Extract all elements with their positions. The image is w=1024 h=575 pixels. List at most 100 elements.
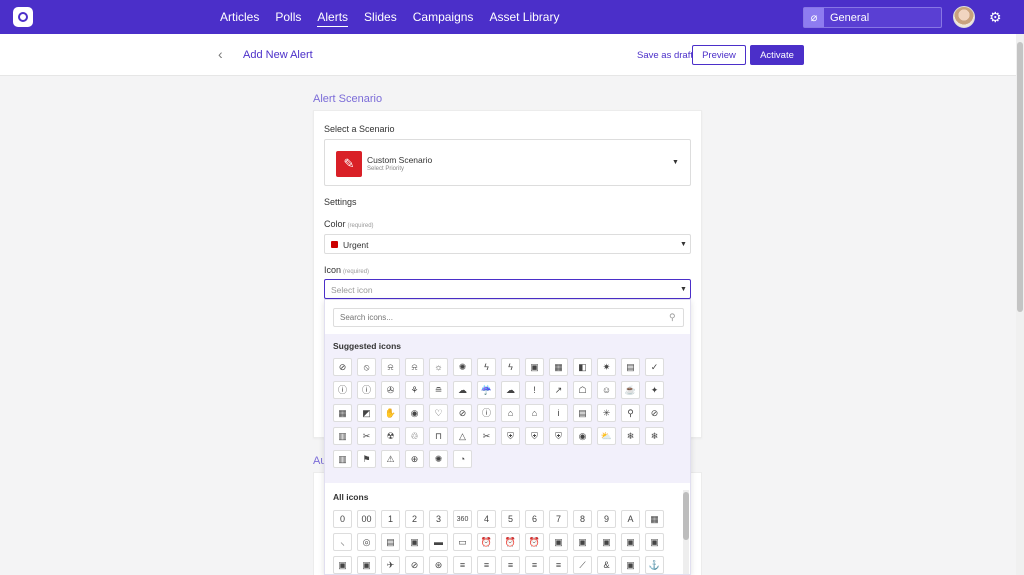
- all-icon-option[interactable]: &: [597, 556, 616, 574]
- app-logo[interactable]: [13, 7, 33, 27]
- all-icon-option[interactable]: 7: [549, 510, 568, 528]
- suggested-icon-option[interactable]: ◉: [405, 404, 424, 422]
- suggested-icon-option[interactable]: ⓘ: [333, 381, 352, 399]
- all-icon-option[interactable]: ◎: [357, 533, 376, 551]
- all-icon-option[interactable]: A: [621, 510, 640, 528]
- suggested-icon-option[interactable]: ⌂: [501, 404, 520, 422]
- suggested-icon-option[interactable]: ▦: [333, 404, 352, 422]
- all-icon-option[interactable]: 5: [501, 510, 520, 528]
- suggested-icon-option[interactable]: ◩: [357, 404, 376, 422]
- suggested-icon-option[interactable]: ♲: [405, 427, 424, 445]
- suggested-icon-option[interactable]: ϟ: [501, 358, 520, 376]
- suggested-icon-option[interactable]: ✂: [477, 427, 496, 445]
- all-icon-option[interactable]: ≡: [549, 556, 568, 574]
- activate-button[interactable]: Activate: [750, 45, 804, 65]
- gear-icon[interactable]: ⚙: [989, 9, 1002, 25]
- nav-alerts[interactable]: Alerts: [317, 8, 349, 27]
- suggested-icon-option[interactable]: ⚘: [405, 381, 424, 399]
- all-icon-option[interactable]: ▤: [381, 533, 400, 551]
- suggested-icon-option[interactable]: ♡: [429, 404, 448, 422]
- suggested-icon-option[interactable]: ✺: [453, 358, 472, 376]
- suggested-icon-option[interactable]: ⓘ: [357, 381, 376, 399]
- suggested-icon-option[interactable]: ▦: [549, 358, 568, 376]
- suggested-icon-option[interactable]: ◧: [573, 358, 592, 376]
- suggested-icon-option[interactable]: ✋: [381, 404, 400, 422]
- nav-slides[interactable]: Slides: [364, 8, 397, 26]
- suggested-icon-option[interactable]: ⚑: [357, 450, 376, 468]
- color-select[interactable]: Urgent ▼: [324, 234, 691, 254]
- suggested-icon-option[interactable]: ☁: [501, 381, 520, 399]
- all-icon-option[interactable]: ⸜: [333, 533, 352, 551]
- all-icon-option[interactable]: 1: [381, 510, 400, 528]
- scenario-select[interactable]: ✎ Custom Scenario Select Priority ▼: [324, 139, 691, 186]
- suggested-icon-option[interactable]: ⊕: [405, 450, 424, 468]
- all-icon-option[interactable]: 2: [405, 510, 424, 528]
- icon-search-input[interactable]: [333, 308, 684, 327]
- all-icon-option[interactable]: ≡: [477, 556, 496, 574]
- all-icon-option[interactable]: ≡: [525, 556, 544, 574]
- all-icon-option[interactable]: ▣: [405, 533, 424, 551]
- suggested-icon-option[interactable]: ⊘: [333, 358, 352, 376]
- suggested-icon-option[interactable]: ↗: [549, 381, 568, 399]
- suggested-icon-option[interactable]: ▥: [333, 427, 352, 445]
- suggested-icon-option[interactable]: ✂: [357, 427, 376, 445]
- suggested-icon-option[interactable]: ⛅: [597, 427, 616, 445]
- nav-polls[interactable]: Polls: [275, 8, 301, 26]
- suggested-icon-option[interactable]: ⓘ: [477, 404, 496, 422]
- suggested-icon-option[interactable]: ▤: [573, 404, 592, 422]
- suggested-icon-option[interactable]: ⊘: [453, 404, 472, 422]
- suggested-icon-option[interactable]: ▤: [621, 358, 640, 376]
- suggested-icon-option[interactable]: ☢: [381, 427, 400, 445]
- suggested-icon-option[interactable]: ⚠: [381, 450, 400, 468]
- all-icon-option[interactable]: ⏰: [477, 533, 496, 551]
- suggested-icon-option[interactable]: ⛨: [525, 427, 544, 445]
- nav-asset-library[interactable]: Asset Library: [489, 8, 559, 26]
- suggested-icon-option[interactable]: ✷: [597, 358, 616, 376]
- suggested-icon-option[interactable]: ▣: [525, 358, 544, 376]
- all-icon-option[interactable]: ▬: [429, 533, 448, 551]
- page-scrollbar[interactable]: [1016, 34, 1024, 575]
- all-icon-option[interactable]: 8: [573, 510, 592, 528]
- save-as-draft-link[interactable]: Save as draft: [637, 50, 693, 61]
- suggested-icon-option[interactable]: ⚲: [621, 404, 640, 422]
- nav-articles[interactable]: Articles: [220, 8, 259, 26]
- all-icon-option[interactable]: 9: [597, 510, 616, 528]
- chevron-left-icon[interactable]: ‹: [218, 46, 223, 62]
- all-icon-option[interactable]: ▣: [621, 533, 640, 551]
- suggested-icon-option[interactable]: ✇: [381, 381, 400, 399]
- all-icon-option[interactable]: ▣: [645, 533, 664, 551]
- suggested-icon-option[interactable]: ⊘: [645, 404, 664, 422]
- suggested-icon-option[interactable]: ⛨: [549, 427, 568, 445]
- icon-list-scrollbar[interactable]: [683, 490, 689, 574]
- all-icon-option[interactable]: ⚓: [645, 556, 664, 574]
- scrollbar-thumb[interactable]: [1017, 42, 1023, 312]
- all-icon-option[interactable]: ▦: [645, 510, 664, 528]
- all-icon-option[interactable]: ⏰: [525, 533, 544, 551]
- all-icon-option[interactable]: ⊛: [429, 556, 448, 574]
- all-icon-option[interactable]: 3: [429, 510, 448, 528]
- suggested-icon-option[interactable]: ▥: [333, 450, 352, 468]
- user-avatar[interactable]: [953, 6, 975, 28]
- suggested-icon-option[interactable]: i: [549, 404, 568, 422]
- suggested-icon-option[interactable]: ⊓: [429, 427, 448, 445]
- all-icon-option[interactable]: 360: [453, 510, 472, 528]
- nav-campaigns[interactable]: Campaigns: [413, 8, 474, 26]
- suggested-icon-option[interactable]: ☁: [453, 381, 472, 399]
- suggested-icon-option[interactable]: ⌂: [525, 404, 544, 422]
- suggested-icon-option[interactable]: ☔: [477, 381, 496, 399]
- suggested-icon-option[interactable]: ⍾: [381, 358, 400, 376]
- suggested-icon-option[interactable]: ⛨: [501, 427, 520, 445]
- suggested-icon-option[interactable]: ◔: [453, 450, 472, 468]
- workspace-selector[interactable]: ⌀ General: [803, 7, 942, 28]
- suggested-icon-option[interactable]: ❄: [645, 427, 664, 445]
- suggested-icon-option[interactable]: △: [453, 427, 472, 445]
- suggested-icon-option[interactable]: ☼: [429, 358, 448, 376]
- suggested-icon-option[interactable]: ✺: [429, 450, 448, 468]
- suggested-icon-option[interactable]: ✓: [645, 358, 664, 376]
- suggested-icon-option[interactable]: ☖: [573, 381, 592, 399]
- preview-button[interactable]: Preview: [692, 45, 746, 65]
- suggested-icon-option[interactable]: !: [525, 381, 544, 399]
- all-icon-option[interactable]: ▣: [549, 533, 568, 551]
- all-icon-option[interactable]: 4: [477, 510, 496, 528]
- suggested-icon-option[interactable]: ❄: [621, 427, 640, 445]
